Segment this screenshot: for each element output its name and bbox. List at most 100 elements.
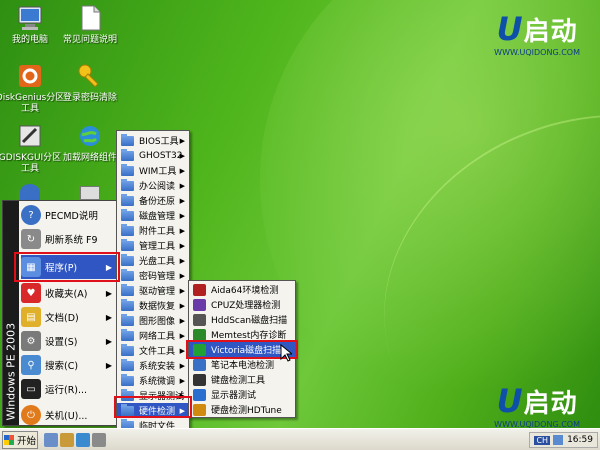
gdisk-icon	[16, 122, 44, 150]
folder-icon	[121, 343, 134, 356]
start-item-refresh[interactable]: ↻ 刷新系统 F9	[21, 227, 116, 251]
language-indicator[interactable]: CH	[534, 435, 551, 445]
hardware-menu-item[interactable]: Aida64环境检测	[189, 282, 295, 297]
folder-icon	[121, 178, 134, 191]
start-item-programs[interactable]: ▦ 程序(P) ▶	[21, 255, 116, 279]
submenu-arrow-icon: ▶	[179, 316, 185, 325]
hardware-menu-item-label: 笔记本电池检测	[211, 361, 275, 371]
programs-menu-item[interactable]: 驱动管理 ▶	[117, 283, 189, 298]
programs-menu-item[interactable]: BIOS工具 ▶	[117, 133, 189, 148]
folder-icon	[121, 313, 134, 326]
programs-menu: BIOS工具 ▶ GHOST32 ▶ WIM工具 ▶ 办公阅读 ▶ 备份还原 ▶ 磁盘管理 ▶ 附件工具…	[116, 130, 190, 448]
tool-icon	[193, 298, 206, 311]
hardware-menu-item-label: 显示器测试	[211, 391, 257, 401]
submenu-arrow-icon: ▶	[179, 181, 185, 190]
programs-menu-item-label: 图形图像	[139, 317, 176, 327]
folder-icon	[121, 358, 134, 371]
programs-menu-item[interactable]: 网络工具 ▶	[117, 328, 189, 343]
favorites-icon: ♥	[21, 283, 41, 303]
submenu-arrow-icon: ▶	[179, 346, 185, 355]
partial-help-icon	[20, 184, 40, 200]
hardware-menu-item[interactable]: 键盘检测工具	[189, 372, 295, 387]
programs-menu-item-label: 备份还原	[139, 197, 176, 207]
folder-icon	[121, 208, 134, 221]
programs-menu-item-label: 数据恢复	[139, 302, 176, 312]
folder-icon	[121, 268, 134, 281]
programs-menu-item[interactable]: GHOST32 ▶	[117, 148, 189, 163]
key-icon	[76, 62, 104, 90]
programs-menu-item[interactable]: 数据恢复 ▶	[117, 298, 189, 313]
start-item-settings[interactable]: ⚙ 设置(S) ▶	[21, 329, 116, 353]
hardware-menu-item[interactable]: CPUZ处理器检测	[189, 297, 295, 312]
start-item-pecmd-help[interactable]: ? PECMD说明	[21, 203, 116, 227]
programs-menu-item[interactable]: 图形图像 ▶	[117, 313, 189, 328]
folder-icon	[121, 388, 134, 401]
refresh-icon: ↻	[21, 229, 41, 249]
start-item-search[interactable]: ⚲ 搜索(C) ▶	[21, 353, 116, 377]
submenu-arrow-icon: ▶	[179, 286, 185, 295]
programs-menu-item-label: 显示器测试	[139, 392, 185, 402]
programs-menu-item-label: 办公阅读	[139, 182, 176, 192]
programs-menu-item[interactable]: 附件工具 ▶	[117, 223, 189, 238]
taskbar: 开始 CH 16:59	[0, 428, 600, 450]
hardware-menu-item[interactable]: Memtest内存诊断	[189, 327, 295, 342]
folder-icon	[121, 253, 134, 266]
programs-menu-item[interactable]: WIM工具 ▶	[117, 163, 189, 178]
start-button[interactable]: 开始	[2, 431, 38, 449]
hardware-menu-item-label: CPUZ处理器检测	[211, 301, 281, 311]
programs-menu-item[interactable]: 办公阅读 ▶	[117, 178, 189, 193]
hardware-menu-item[interactable]: 硬盘检测HDTune	[189, 402, 295, 417]
start-item-shutdown[interactable]: ⏻ 关机(U)...	[21, 403, 116, 427]
programs-menu-item-label: 文件工具	[139, 347, 176, 357]
programs-menu-item[interactable]: 管理工具 ▶	[117, 238, 189, 253]
programs-menu-item-label: 系统安装	[139, 362, 176, 372]
programs-menu-item-label: WIM工具	[139, 167, 177, 177]
run-icon: ▭	[21, 379, 41, 399]
programs-menu-item-label: 磁盘管理	[139, 212, 176, 222]
hardware-menu-item-label: Aida64环境检测	[211, 286, 279, 296]
programs-menu-item[interactable]: 备份还原 ▶	[117, 193, 189, 208]
tool-icon	[193, 343, 206, 356]
folder-icon	[121, 193, 134, 206]
partial-device-icon	[80, 186, 100, 200]
start-item-run[interactable]: ▭ 运行(R)...	[21, 377, 116, 401]
start-menu-banner: Windows PE 2003	[3, 201, 19, 425]
programs-menu-item[interactable]: 密码管理 ▶	[117, 268, 189, 283]
programs-menu-item[interactable]: 硬件检测 ▶	[117, 403, 189, 418]
tray-network-icon[interactable]	[553, 435, 564, 445]
programs-icon: ▦	[21, 257, 41, 277]
search-icon: ⚲	[21, 355, 41, 375]
hardware-menu-item[interactable]: 显示器测试	[189, 387, 295, 402]
programs-menu-item[interactable]: 磁盘管理 ▶	[117, 208, 189, 223]
programs-menu-item-label: 密码管理	[139, 272, 176, 282]
quicklaunch-computer-icon[interactable]	[44, 433, 58, 447]
folder-icon	[121, 403, 134, 416]
folder-icon	[121, 373, 134, 386]
quicklaunch-disk-icon[interactable]	[92, 433, 106, 447]
help-icon: ?	[21, 205, 41, 225]
programs-menu-item[interactable]: 文件工具 ▶	[117, 343, 189, 358]
programs-menu-item-label: 系统微调	[139, 377, 176, 387]
programs-menu-item[interactable]: 光盘工具 ▶	[117, 253, 189, 268]
start-item-documents[interactable]: ▤ 文档(D) ▶	[21, 305, 116, 329]
submenu-arrow-icon: ▶	[179, 211, 185, 220]
programs-menu-item[interactable]: 显示器测试 ▶	[117, 388, 189, 403]
programs-menu-item-label: 网络工具	[139, 332, 176, 342]
clock[interactable]: 16:59	[567, 435, 593, 445]
desktop-icon-network[interactable]: 加载网络组件	[55, 122, 125, 164]
logo-bottom: U启动 WWW.UQIDONG.COM	[494, 382, 580, 428]
windows-logo-icon	[3, 435, 14, 445]
hardware-menu-item[interactable]: HddScan磁盘扫描	[189, 312, 295, 327]
programs-menu-item[interactable]: 系统微调 ▶	[117, 373, 189, 388]
programs-menu-item[interactable]: 系统安装 ▶	[117, 358, 189, 373]
submenu-arrow-icon: ▶	[179, 166, 185, 175]
desktop-icon-faq[interactable]: 常见问题说明	[55, 4, 125, 46]
submenu-arrow-icon: ▶	[179, 361, 185, 370]
quicklaunch-tools-icon[interactable]	[60, 433, 74, 447]
submenu-arrow-icon: ▶	[179, 136, 185, 145]
desktop-icon-password-clear[interactable]: 登录密码清除	[55, 62, 125, 104]
quicklaunch-network-icon[interactable]	[76, 433, 90, 447]
tool-icon	[193, 388, 206, 401]
start-item-favorites[interactable]: ♥ 收藏夹(A) ▶	[21, 281, 116, 305]
hardware-menu-item-label: Memtest内存诊断	[211, 331, 287, 341]
